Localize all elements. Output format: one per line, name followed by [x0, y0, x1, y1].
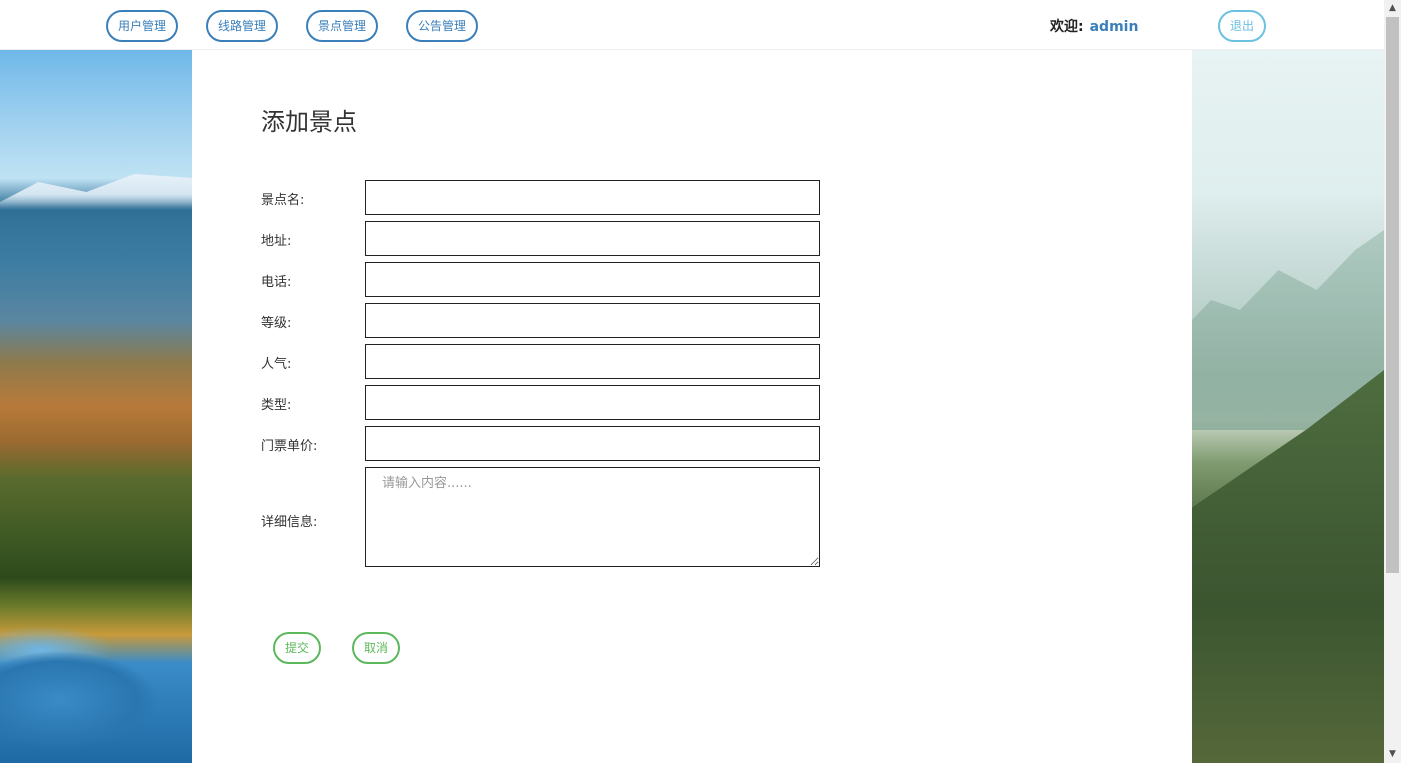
field-label-phone: 电话: — [261, 275, 292, 290]
nav-attraction-management-button[interactable]: 景点管理 — [306, 10, 378, 42]
popularity-input[interactable] — [365, 344, 820, 379]
main-panel: 添加景点 景点名: 地址: 电话: 等级: 人气: 类型: 门票单价: 详细信息… — [192, 50, 1192, 763]
submit-button[interactable]: 提交 — [273, 632, 321, 664]
welcome-label: 欢迎: — [1050, 19, 1084, 35]
type-input[interactable] — [365, 385, 820, 420]
ticket-price-input[interactable] — [365, 426, 820, 461]
nav-route-management-button[interactable]: 线路管理 — [206, 10, 278, 42]
background-landscape-right — [1192, 50, 1384, 763]
details-textarea[interactable] — [365, 467, 820, 567]
logout-button[interactable]: 退出 — [1218, 10, 1266, 42]
field-label-address: 地址: — [261, 234, 292, 249]
welcome-message: 欢迎: admin — [1050, 16, 1138, 36]
cancel-button[interactable]: 取消 — [352, 632, 400, 664]
field-label-type: 类型: — [261, 398, 292, 413]
phone-input[interactable] — [365, 262, 820, 297]
nav-announcement-management-button[interactable]: 公告管理 — [406, 10, 478, 42]
username: admin — [1089, 19, 1139, 35]
level-input[interactable] — [365, 303, 820, 338]
scroll-up-arrow-icon[interactable]: ▲ — [1384, 0, 1401, 17]
field-label-ticket-price: 门票单价: — [261, 439, 318, 454]
page-title: 添加景点 — [261, 108, 357, 136]
vertical-scrollbar[interactable]: ▲ ▼ — [1384, 0, 1401, 763]
field-label-details: 详细信息: — [261, 515, 318, 530]
scroll-down-arrow-icon[interactable]: ▼ — [1384, 746, 1401, 763]
address-input[interactable] — [365, 221, 820, 256]
nav-user-management-button[interactable]: 用户管理 — [106, 10, 178, 42]
field-label-popularity: 人气: — [261, 357, 292, 372]
background-landscape-left — [0, 50, 192, 763]
field-label-name: 景点名: — [261, 193, 305, 208]
field-label-level: 等级: — [261, 316, 292, 331]
scrollbar-thumb[interactable] — [1386, 17, 1399, 573]
attraction-name-input[interactable] — [365, 180, 820, 215]
top-navigation-bar: 用户管理 线路管理 景点管理 公告管理 欢迎: admin 退出 — [0, 0, 1384, 50]
